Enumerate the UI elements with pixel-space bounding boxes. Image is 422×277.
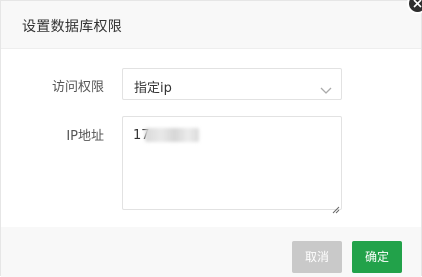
resize-grip-icon[interactable] <box>331 199 340 218</box>
chevron-down-icon <box>320 80 332 99</box>
ip-address-label: IP地址 <box>66 129 104 144</box>
redacted-ip-text <box>145 128 199 142</box>
cancel-button[interactable]: 取消 <box>292 241 342 273</box>
access-permission-select[interactable]: 指定ip <box>122 68 342 100</box>
access-permission-value: 指定ip <box>134 81 172 96</box>
confirm-button[interactable]: 确定 <box>352 241 402 273</box>
set-database-permission-dialog: 设置数据库权限 访问权限 指定ip IP地址 17 取消 确定 <box>0 0 422 277</box>
dialog-title: 设置数据库权限 <box>22 19 123 35</box>
dialog-footer: 取消 确定 <box>1 227 421 277</box>
access-permission-label: 访问权限 <box>51 80 104 95</box>
dialog-header: 设置数据库权限 <box>1 1 421 49</box>
